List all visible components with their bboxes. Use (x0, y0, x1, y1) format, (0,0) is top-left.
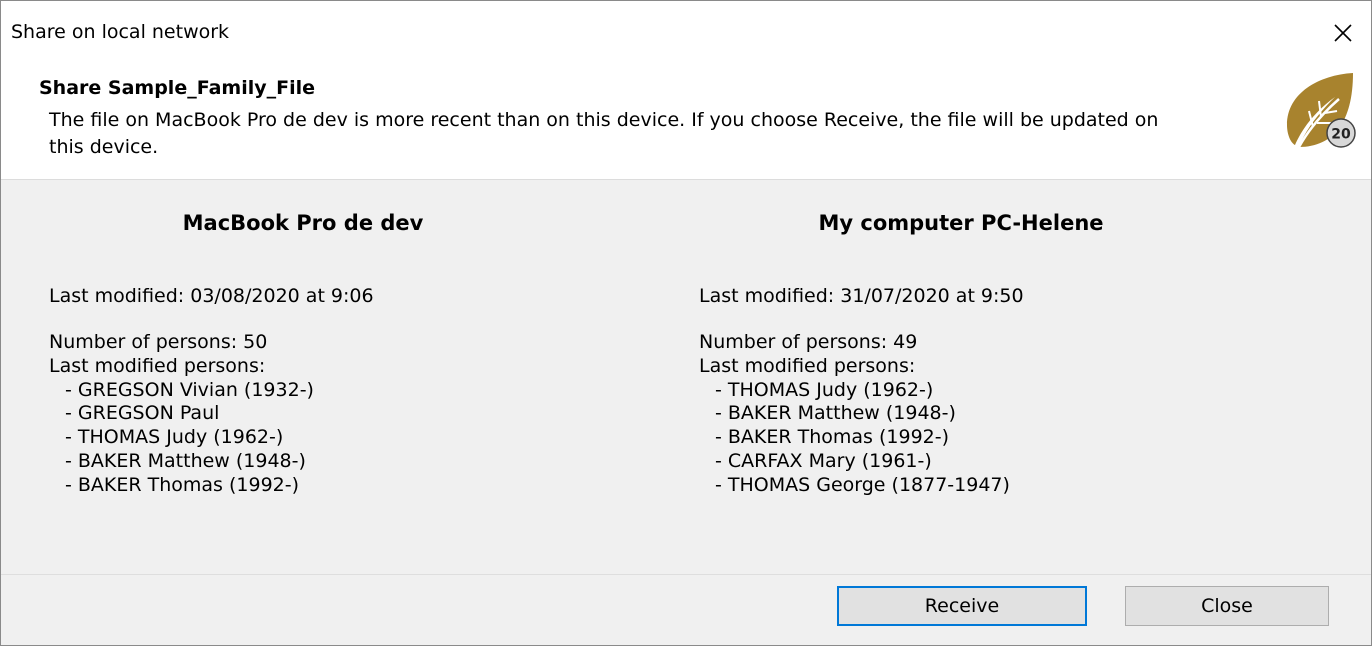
remote-person-item: - BAKER Thomas (1992-) (65, 473, 300, 496)
remote-person-item: - GREGSON Vivian (1932-) (65, 378, 314, 401)
local-device-name: My computer PC-Helene (818, 211, 1104, 235)
local-person-item: - THOMAS Judy (1962-) (715, 378, 934, 401)
remote-stats: Number of persons: 50 Last modified pers… (49, 331, 314, 498)
local-last-modified: Last modified: 31/07/2020 at 9:50 (699, 285, 1024, 307)
logo-badge-text: 20 (1331, 127, 1351, 143)
app-logo-icon: 20 (1287, 73, 1356, 148)
header-title: Share Sample_Family_File (39, 77, 315, 99)
local-number-of-persons: Number of persons: 49 (699, 331, 918, 353)
remote-person-item: - BAKER Matthew (1948-) (65, 449, 306, 472)
local-last-modified-persons-label: Last modified persons: (699, 354, 916, 377)
local-person-item: - BAKER Matthew (1948-) (715, 402, 956, 425)
local-person-item: - THOMAS George (1877-1947) (715, 473, 1010, 496)
remote-last-modified-persons-label: Last modified persons: (49, 354, 266, 377)
local-person-item: - CARFAX Mary (1961-) (715, 449, 932, 472)
local-person-item: - BAKER Thomas (1992-) (715, 426, 950, 449)
close-button[interactable]: Close (1125, 586, 1329, 626)
dialog-header: Share Sample_Family_File The file on Mac… (1, 63, 1371, 180)
title-bar: Share on local network (1, 1, 1371, 63)
receive-button[interactable]: Receive (837, 586, 1087, 626)
window-title: Share on local network (11, 21, 230, 43)
header-description: The file on MacBook Pro de dev is more r… (49, 109, 1159, 158)
remote-number-of-persons: Number of persons: 50 (49, 331, 268, 353)
footer-divider (1, 574, 1371, 575)
local-stats: Number of persons: 49 Last modified pers… (699, 331, 1010, 498)
remote-last-modified: Last modified: 03/08/2020 at 9:06 (49, 285, 374, 307)
close-window-button[interactable] (1323, 13, 1363, 53)
remote-person-item: - THOMAS Judy (1962-) (65, 426, 284, 449)
remote-person-item: - GREGSON Paul (65, 402, 220, 425)
close-icon (1334, 24, 1352, 42)
remote-device-name: MacBook Pro de dev (182, 211, 424, 235)
share-dialog: Share on local network Share Sample_Fami… (0, 0, 1372, 646)
